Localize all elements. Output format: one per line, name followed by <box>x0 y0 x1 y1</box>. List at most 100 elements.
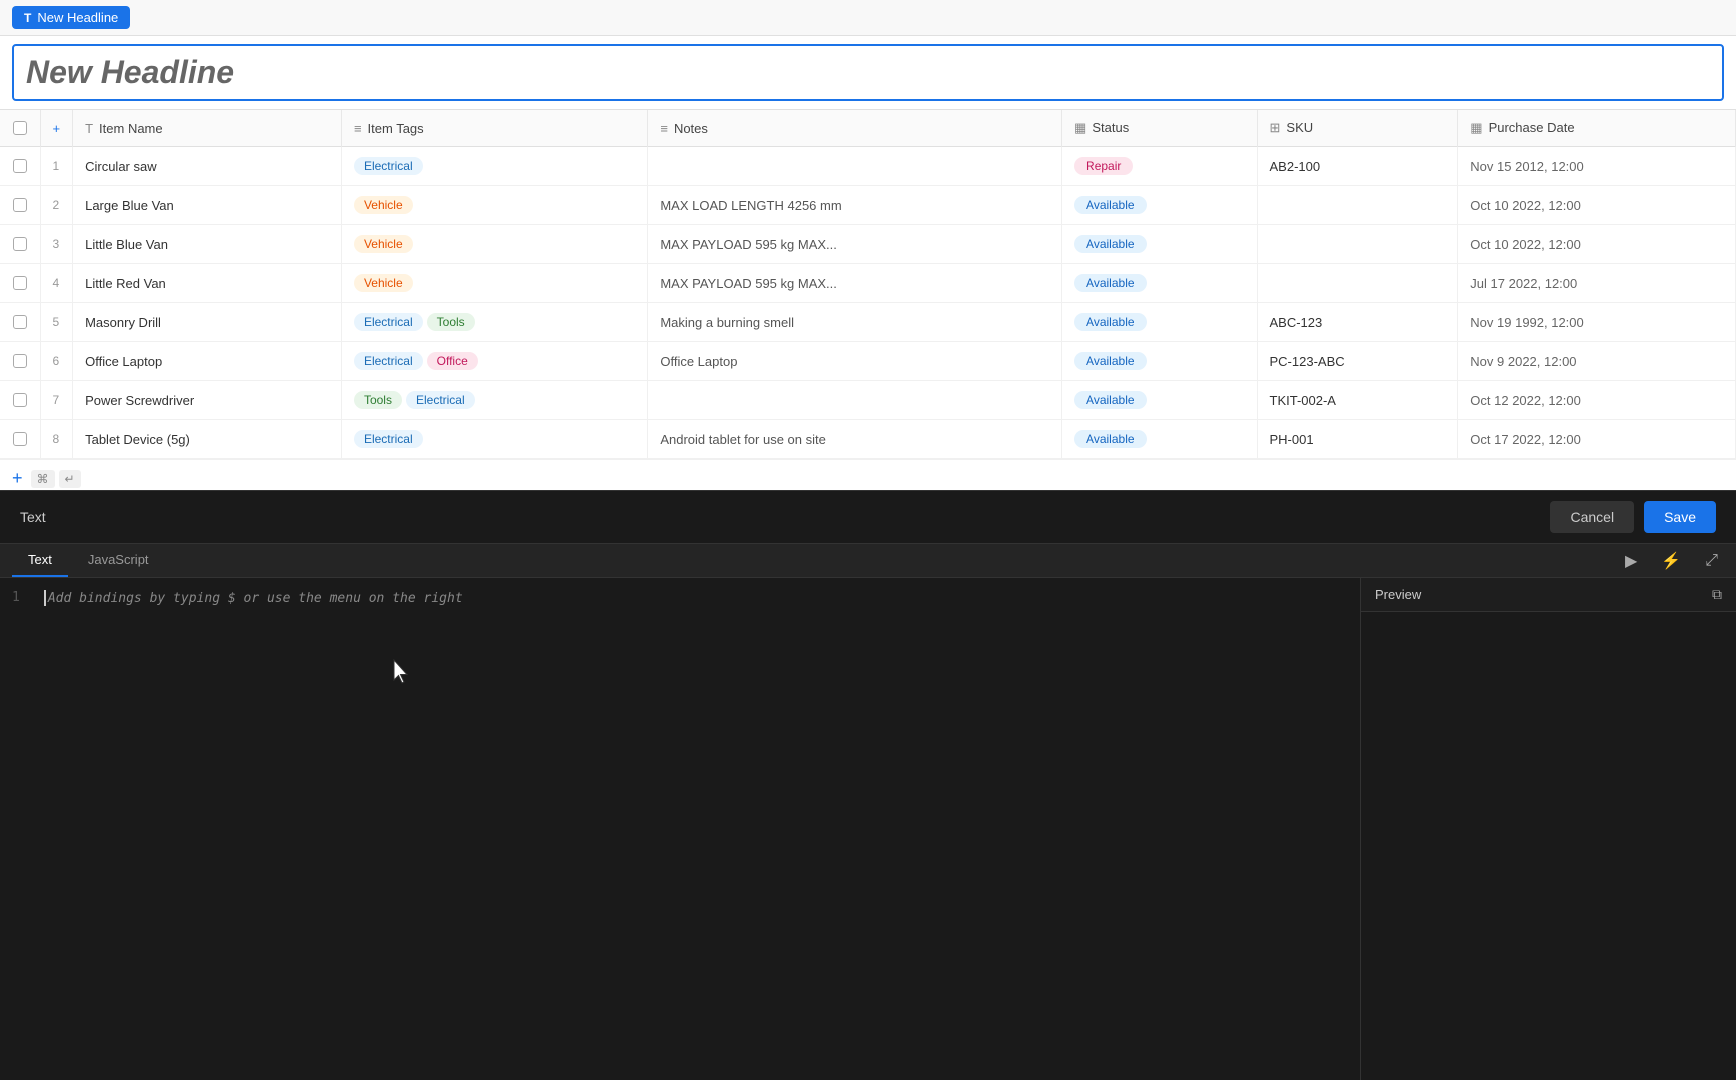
row-checkbox[interactable] <box>13 198 27 212</box>
row-sku[interactable]: PC-123-ABC <box>1257 342 1458 381</box>
row-checkbox[interactable] <box>13 159 27 173</box>
row-item-tags[interactable]: ToolsElectrical <box>341 381 647 420</box>
row-notes[interactable]: MAX PAYLOAD 595 kg MAX... <box>648 225 1062 264</box>
row-item-name[interactable]: Office Laptop <box>73 342 342 381</box>
save-button[interactable]: Save <box>1644 501 1716 533</box>
row-item-name[interactable]: Tablet Device (5g) <box>73 420 342 459</box>
tag-vehicle[interactable]: Vehicle <box>354 235 413 253</box>
table-row[interactable]: 1Circular sawElectricalRepairAB2-100Nov … <box>0 147 1736 186</box>
row-sku[interactable] <box>1257 225 1458 264</box>
row-checkbox-cell[interactable] <box>0 342 40 381</box>
row-status[interactable]: Available <box>1062 420 1257 459</box>
row-checkbox-cell[interactable] <box>0 303 40 342</box>
row-checkbox-cell[interactable] <box>0 147 40 186</box>
row-notes[interactable]: Office Laptop <box>648 342 1062 381</box>
row-item-tags[interactable]: ElectricalTools <box>341 303 647 342</box>
row-item-tags[interactable]: ElectricalOffice <box>341 342 647 381</box>
tab-text[interactable]: Text <box>12 544 68 577</box>
row-sku[interactable]: ABC-123 <box>1257 303 1458 342</box>
row-checkbox-cell[interactable] <box>0 264 40 303</box>
tag-electrical[interactable]: Electrical <box>406 391 475 409</box>
preview-copy-button[interactable]: ⧉ <box>1712 586 1722 603</box>
row-status[interactable]: Available <box>1062 225 1257 264</box>
col-sku[interactable]: ⊞SKU <box>1257 110 1458 147</box>
row-status[interactable]: Available <box>1062 303 1257 342</box>
row-notes[interactable] <box>648 381 1062 420</box>
row-notes[interactable]: MAX LOAD LENGTH 4256 mm <box>648 186 1062 225</box>
row-checkbox[interactable] <box>13 393 27 407</box>
row-item-tags[interactable]: Vehicle <box>341 225 647 264</box>
table-row[interactable]: 2Large Blue VanVehicleMAX LOAD LENGTH 42… <box>0 186 1736 225</box>
row-checkbox[interactable] <box>13 432 27 446</box>
add-row-button[interactable]: + ⌘ ↵ <box>0 459 1736 490</box>
text-cursor <box>44 590 46 606</box>
row-status[interactable]: Repair <box>1062 147 1257 186</box>
row-status[interactable]: Available <box>1062 342 1257 381</box>
tag-tools[interactable]: Tools <box>354 391 402 409</box>
tag-tools[interactable]: Tools <box>427 313 475 331</box>
col-purchase-date[interactable]: ▦Purchase Date <box>1458 110 1736 147</box>
row-checkbox-cell[interactable] <box>0 225 40 264</box>
row-sku[interactable]: AB2-100 <box>1257 147 1458 186</box>
row-item-tags[interactable]: Electrical <box>341 420 647 459</box>
row-notes[interactable] <box>648 147 1062 186</box>
row-notes[interactable]: Android tablet for use on site <box>648 420 1062 459</box>
row-status[interactable]: Available <box>1062 186 1257 225</box>
table-container[interactable]: + TItem Name ≡Item Tags ≡Notes ▦Status <box>0 110 1736 490</box>
code-area[interactable]: Add bindings by typing $ or use the menu… <box>32 590 1360 1068</box>
table-row[interactable]: 8Tablet Device (5g)ElectricalAndroid tab… <box>0 420 1736 459</box>
col-notes[interactable]: ≡Notes <box>648 110 1062 147</box>
new-headline-tab[interactable]: T New Headline <box>12 6 130 29</box>
row-sku[interactable]: TKIT-002-A <box>1257 381 1458 420</box>
row-checkbox-cell[interactable] <box>0 381 40 420</box>
add-row-icon[interactable]: + <box>53 121 61 136</box>
tag-vehicle[interactable]: Vehicle <box>354 274 413 292</box>
tag-office[interactable]: Office <box>427 352 478 370</box>
cancel-button[interactable]: Cancel <box>1550 501 1634 533</box>
row-item-name[interactable]: Little Red Van <box>73 264 342 303</box>
col-checkbox[interactable] <box>0 110 40 147</box>
table-row[interactable]: 4Little Red VanVehicleMAX PAYLOAD 595 kg… <box>0 264 1736 303</box>
row-item-name[interactable]: Large Blue Van <box>73 186 342 225</box>
tag-vehicle[interactable]: Vehicle <box>354 196 413 214</box>
row-item-tags[interactable]: Vehicle <box>341 264 647 303</box>
row-item-name[interactable]: Circular saw <box>73 147 342 186</box>
row-item-name[interactable]: Little Blue Van <box>73 225 342 264</box>
table-row[interactable]: 6Office LaptopElectricalOfficeOffice Lap… <box>0 342 1736 381</box>
lightning-button[interactable]: ⚡ <box>1655 547 1687 575</box>
row-checkbox-cell[interactable] <box>0 420 40 459</box>
row-sku[interactable] <box>1257 186 1458 225</box>
col-status[interactable]: ▦Status <box>1062 110 1257 147</box>
row-item-tags[interactable]: Vehicle <box>341 186 647 225</box>
expand-button[interactable]: ⤢ <box>1699 548 1724 574</box>
table-row[interactable]: 5Masonry DrillElectricalToolsMaking a bu… <box>0 303 1736 342</box>
tag-electrical[interactable]: Electrical <box>354 352 423 370</box>
row-checkbox[interactable] <box>13 315 27 329</box>
select-all-checkbox[interactable] <box>13 121 27 135</box>
tag-electrical[interactable]: Electrical <box>354 313 423 331</box>
row-status[interactable]: Available <box>1062 381 1257 420</box>
row-checkbox[interactable] <box>13 237 27 251</box>
row-item-tags[interactable]: Electrical <box>341 147 647 186</box>
row-sku[interactable] <box>1257 264 1458 303</box>
row-item-name[interactable]: Power Screwdriver <box>73 381 342 420</box>
row-checkbox[interactable] <box>13 276 27 290</box>
row-sku[interactable]: PH-001 <box>1257 420 1458 459</box>
tag-electrical[interactable]: Electrical <box>354 430 423 448</box>
run-button[interactable]: ▶ <box>1619 547 1643 575</box>
headline-input[interactable] <box>12 44 1724 101</box>
row-checkbox-cell[interactable] <box>0 186 40 225</box>
row-item-name[interactable]: Masonry Drill <box>73 303 342 342</box>
col-item-name[interactable]: TItem Name <box>73 110 342 147</box>
row-status[interactable]: Available <box>1062 264 1257 303</box>
row-checkbox[interactable] <box>13 354 27 368</box>
table-row[interactable]: 7Power ScrewdriverToolsElectricalAvailab… <box>0 381 1736 420</box>
code-editor[interactable]: 1 Add bindings by typing $ or use the me… <box>0 578 1360 1080</box>
table-row[interactable]: 3Little Blue VanVehicleMAX PAYLOAD 595 k… <box>0 225 1736 264</box>
row-notes[interactable]: Making a burning smell <box>648 303 1062 342</box>
tab-javascript[interactable]: JavaScript <box>72 544 165 577</box>
tag-electrical[interactable]: Electrical <box>354 157 423 175</box>
row-notes[interactable]: MAX PAYLOAD 595 kg MAX... <box>648 264 1062 303</box>
row-number: 6 <box>40 342 73 381</box>
col-item-tags[interactable]: ≡Item Tags <box>341 110 647 147</box>
